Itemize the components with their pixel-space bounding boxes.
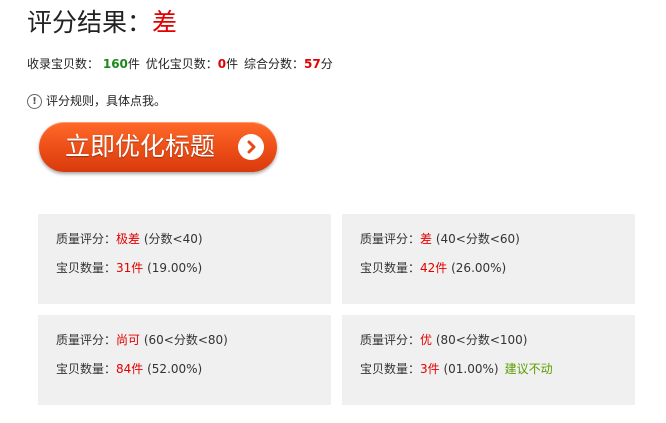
quality-label: 质量评分：: [56, 333, 117, 347]
optimized-unit: 件: [226, 57, 239, 71]
score-card-fair: 质量评分：尚可 (60<分数<80) 宝贝数量：84件 (52.00%): [38, 315, 331, 405]
result-title: 评分结果：差: [27, 8, 177, 38]
count-label: 宝贝数量：: [360, 261, 421, 275]
count-value: 84件: [116, 362, 144, 376]
quality-label: 质量评分：: [360, 232, 421, 246]
score-card-good: 质量评分：优 (80<分数<100) 宝贝数量：3件 (01.00%) 建议不动: [342, 315, 635, 405]
summary-stats: 收录宝贝数： 160件 优化宝贝数：0件 综合分数：57分: [27, 56, 333, 72]
score-label: 综合分数：: [243, 57, 304, 71]
count-row: 宝贝数量：3件 (01.00%) 建议不动: [360, 361, 553, 377]
optimize-title-label: 立即优化标题: [65, 132, 216, 161]
collected-unit: 件: [127, 57, 140, 71]
score-range: (40<分数<60): [432, 232, 520, 246]
quality-row: 质量评分：优 (80<分数<100): [360, 332, 528, 348]
count-value: 31件: [116, 261, 144, 275]
count-value: 42件: [420, 261, 448, 275]
scoring-rules-link[interactable]: ! 评分规则，具体点我。: [27, 93, 166, 109]
count-label: 宝贝数量：: [56, 261, 117, 275]
count-row: 宝贝数量：42件 (26.00%): [360, 260, 506, 276]
score-range: (分数<40): [140, 232, 203, 246]
quality-row: 质量评分：差 (40<分数<60): [360, 231, 520, 247]
score-card-very-poor: 质量评分：极差 (分数<40) 宝贝数量：31件 (19.00%): [38, 214, 331, 304]
quality-value: 尚可: [116, 333, 141, 347]
count-row: 宝贝数量：31件 (19.00%): [56, 260, 202, 276]
quality-label: 质量评分：: [360, 333, 421, 347]
score-range: (80<分数<100): [432, 333, 528, 347]
quality-value: 差: [420, 232, 433, 246]
score-value: 57: [303, 57, 321, 71]
count-value: 3件: [420, 362, 440, 376]
count-percent: (26.00%): [447, 261, 507, 275]
quality-value: 极差: [116, 232, 141, 246]
count-row: 宝贝数量：84件 (52.00%): [56, 361, 202, 377]
chevron-right-icon: [238, 134, 264, 160]
count-percent: (19.00%): [143, 261, 203, 275]
quality-row: 质量评分：尚可 (60<分数<80): [56, 332, 228, 348]
scoring-rules-label: 评分规则，具体点我。: [46, 94, 167, 108]
score-range: (60<分数<80): [140, 333, 228, 347]
count-percent: (52.00%): [143, 362, 203, 376]
optimized-value: 0: [217, 57, 227, 71]
result-title-label: 评分结果：: [27, 8, 153, 37]
count-label: 宝贝数量：: [360, 362, 421, 376]
score-card-poor: 质量评分：差 (40<分数<60) 宝贝数量：42件 (26.00%): [342, 214, 635, 304]
result-grade: 差: [152, 8, 178, 37]
optimize-title-button[interactable]: 立即优化标题: [39, 122, 277, 172]
collected-label: 收录宝贝数：: [27, 57, 100, 71]
quality-row: 质量评分：极差 (分数<40): [56, 231, 203, 247]
exclamation-icon: !: [27, 93, 42, 109]
keep-note: 建议不动: [504, 362, 553, 376]
count-label: 宝贝数量：: [56, 362, 117, 376]
quality-value: 优: [420, 333, 433, 347]
optimized-label: 优化宝贝数：: [145, 57, 218, 71]
quality-label: 质量评分：: [56, 232, 117, 246]
collected-value: 160: [102, 57, 128, 71]
score-unit: 分: [320, 57, 333, 71]
count-percent: (01.00%): [439, 362, 499, 376]
